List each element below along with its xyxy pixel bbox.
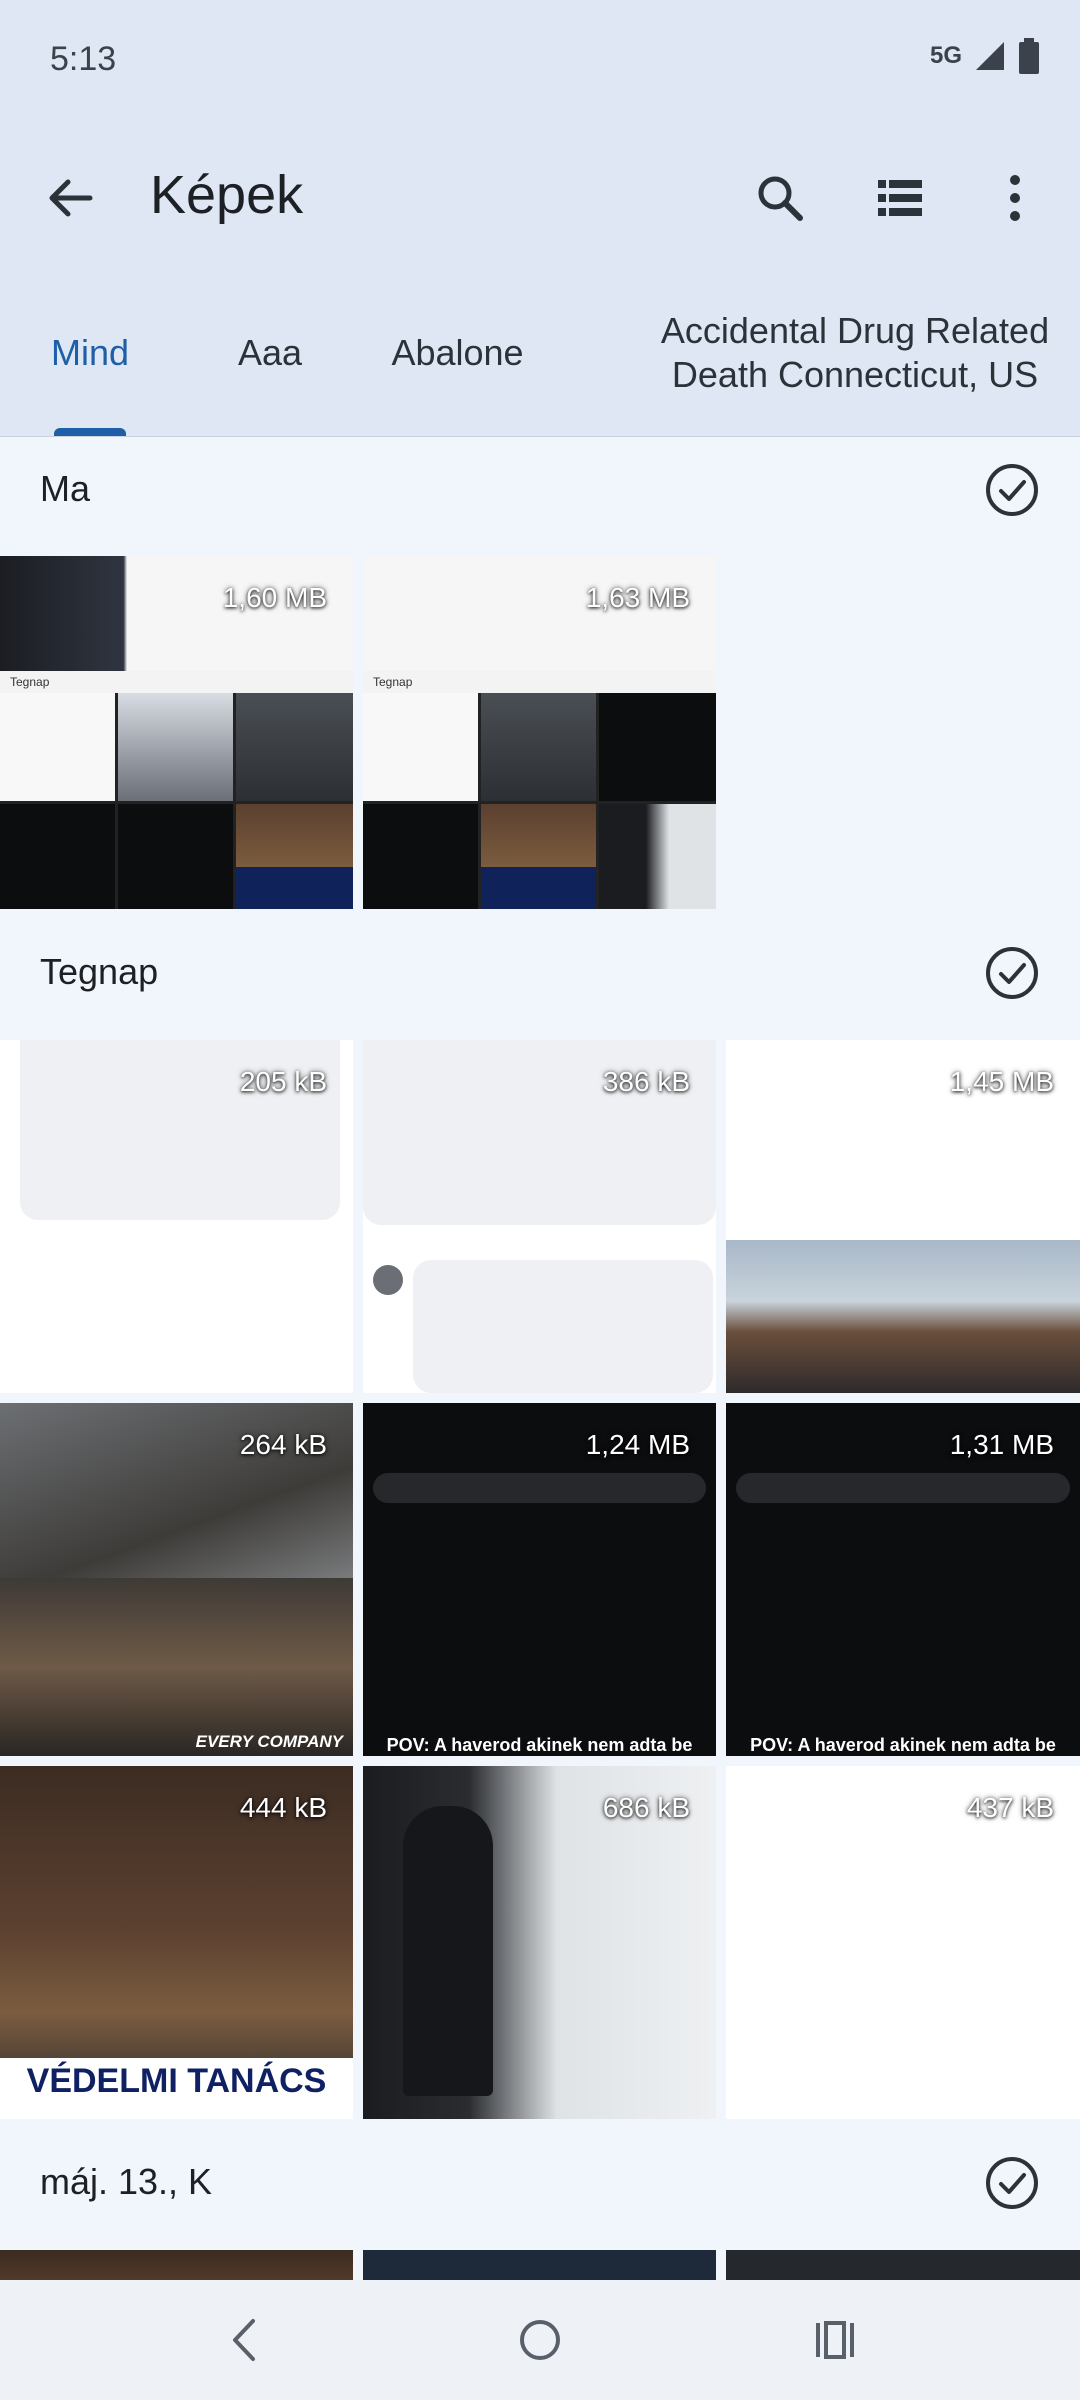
battery-icon <box>1019 38 1039 74</box>
thumb-cell <box>236 693 353 801</box>
active-tab-indicator <box>54 428 126 436</box>
section-header-tegnap: Tegnap <box>0 919 1080 1029</box>
photo-lower <box>0 1578 353 1756</box>
thumb-cell <box>599 693 716 801</box>
image-caption: POV: A haverod akinek nem adta be <box>750 1735 1056 1755</box>
section-header-ma: Ma <box>0 436 1080 546</box>
thumb-caption: Tegnap <box>363 671 716 693</box>
section-date: Ma <box>40 468 91 509</box>
thumb-cell <box>363 693 478 801</box>
photo-thumbnail[interactable]: 686 kB <box>363 1766 716 2119</box>
tab-mind[interactable]: Mind <box>20 270 160 436</box>
comment-input <box>736 1473 1070 1503</box>
avatar <box>373 1265 403 1295</box>
tab-label: Abalone <box>391 332 524 373</box>
nav-home-icon[interactable] <box>510 2310 570 2370</box>
tab-label: Accidental Drug Related Death Connecticu… <box>660 310 1050 395</box>
status-time: 5:13 <box>50 40 117 78</box>
thumb-cell <box>118 693 233 801</box>
thumb-cell <box>599 804 716 909</box>
thumb-cell <box>481 693 596 801</box>
thumb-cell <box>363 804 478 909</box>
system-nav-bar <box>0 2280 1080 2400</box>
photo-thumbnail[interactable] <box>0 2250 353 2280</box>
arrow-back-icon[interactable] <box>40 168 100 228</box>
page-title: Képek <box>150 165 304 225</box>
file-size: 437 kB <box>966 1792 1054 1823</box>
thumb-cell <box>0 804 115 909</box>
thumb-cell <box>0 693 115 801</box>
photo-grid: Ma Tegnap 1,60 MB Tegnap 1,63 MB Tegnap … <box>0 436 1080 2280</box>
file-size: 1,31 MB <box>949 1429 1054 1460</box>
photo-thumbnail[interactable]: POV: A haverod akinek nem adta be 1,31 M… <box>726 1403 1080 1756</box>
person-silhouette <box>403 1806 493 2096</box>
photo-thumbnail[interactable]: Tegnap 1,63 MB <box>363 556 716 909</box>
album-tabs: Mind Aaa Abalone Accidental Drug Related… <box>0 270 1080 437</box>
section-date: máj. 13., K <box>40 2161 213 2202</box>
file-size: 1,24 MB <box>585 1429 690 1460</box>
tab-abalone[interactable]: Abalone <box>370 270 545 436</box>
file-size: 1,63 MB <box>585 582 690 613</box>
file-size: 386 kB <box>602 1066 690 1097</box>
photo-thumbnail[interactable]: VÉDELMI TANÁCS 444 kB <box>0 1766 353 2119</box>
signal-icon <box>976 42 1004 70</box>
comment-bubble <box>413 1260 713 1393</box>
section-date: Tegnap <box>40 951 159 992</box>
nav-recents-icon[interactable] <box>805 2310 865 2370</box>
list-view-icon[interactable] <box>870 168 930 228</box>
file-size: 444 kB <box>239 1792 327 1823</box>
photo-crowd <box>726 1240 1080 1393</box>
tab-label: Aaa <box>237 332 303 373</box>
photo-thumbnail[interactable] <box>363 2250 716 2280</box>
file-size: 205 kB <box>239 1066 327 1097</box>
tab-accidental-drug[interactable]: Accidental Drug Related Death Connecticu… <box>630 270 1080 436</box>
tab-label: Mind <box>50 332 130 373</box>
file-size: 686 kB <box>602 1792 690 1823</box>
image-caption: POV: A haverod akinek nem adta be <box>386 1735 693 1755</box>
app-bar: Képek <box>0 120 1080 270</box>
photo-thumbnail[interactable]: Tegnap 1,60 MB <box>0 556 353 909</box>
section-header-maj13: máj. 13., K <box>0 2129 1080 2239</box>
file-size: 1,60 MB <box>222 582 327 613</box>
photo-thumbnail[interactable]: 437 kB <box>726 1766 1080 2119</box>
file-size: 264 kB <box>239 1429 327 1460</box>
photo-thumbnail[interactable]: 205 kB <box>0 1040 353 1393</box>
nav-back-icon[interactable] <box>215 2310 275 2370</box>
thumb-cell <box>118 804 233 909</box>
photo-thumbnail[interactable]: EVERY COMPANY 264 kB <box>0 1403 353 1756</box>
search-icon[interactable] <box>750 168 810 228</box>
image-caption: VÉDELMI TANÁCS <box>26 2062 327 2100</box>
select-all-check-icon[interactable] <box>984 2155 1040 2211</box>
thumb-cell <box>236 804 353 909</box>
comment-input <box>373 1473 706 1503</box>
status-bar: 5:13 5G <box>0 0 1080 120</box>
photo-thumbnail[interactable]: 1,45 MB <box>726 1040 1080 1393</box>
file-size: 1,45 MB <box>949 1066 1054 1097</box>
network-type: 5G <box>929 42 962 69</box>
thumb-caption: Tegnap <box>0 671 353 693</box>
select-all-check-icon[interactable] <box>984 462 1040 518</box>
image-caption: EVERY COMPANY <box>195 1732 343 1751</box>
select-all-check-icon[interactable] <box>984 945 1040 1001</box>
more-vert-icon[interactable] <box>985 168 1045 228</box>
status-icons: 5G <box>930 38 1040 74</box>
photo-thumbnail[interactable] <box>726 2250 1080 2280</box>
tab-aaa[interactable]: Aaa <box>200 270 340 436</box>
thumb-cell <box>481 804 596 909</box>
photo-thumbnail[interactable]: POV: A haverod akinek nem adta be 1,24 M… <box>363 1403 716 1756</box>
photo-thumbnail[interactable]: 386 kB <box>363 1040 716 1393</box>
